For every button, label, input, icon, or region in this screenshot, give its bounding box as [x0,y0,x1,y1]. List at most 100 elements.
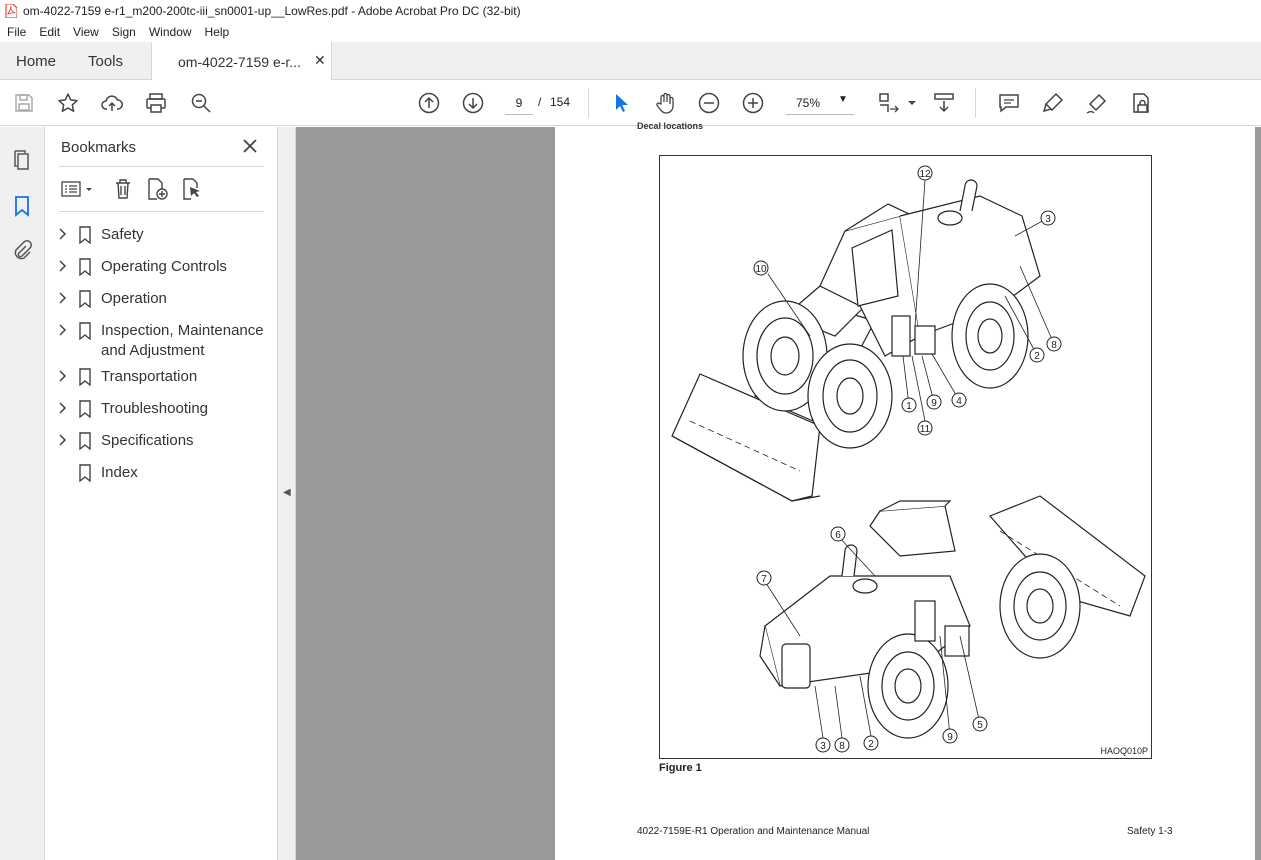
left-rail [0,127,45,860]
bookmark-options-icon[interactable] [60,177,96,201]
page-thumbnails-icon[interactable] [10,148,34,172]
page-total: 154 [550,95,571,109]
tab-bar: Home Tools om-4022-7159 e-r... ✕ [0,42,1261,80]
bookmark-ribbon-icon [78,322,92,341]
chevron-right-icon[interactable] [57,291,69,305]
page-footer-title: 4022-7159E-R1 Operation and Maintenance … [637,826,870,837]
callout-label: 10 [755,264,767,275]
bookmark-ribbon-icon [78,400,92,419]
bookmark-ribbon-icon [78,368,92,387]
bookmark-label: Operating Controls [101,258,227,275]
chevron-right-icon[interactable] [57,401,69,415]
bookmarks-panel: Bookmarks Safety Operating Controls Oper… [45,127,278,860]
menu-sign[interactable]: Sign [105,25,142,39]
zoom-select[interactable]: 75% ▼ [786,91,854,115]
bookmark-item-inspection[interactable]: Inspection, Maintenance and Adjustment [45,318,278,364]
bookmark-list: Safety Operating Controls Operation Insp… [45,222,278,492]
menu-edit[interactable]: Edit [32,25,66,39]
chevron-right-icon[interactable] [57,227,69,241]
callout-label: 12 [919,169,931,180]
pdf-page: Decal locations 12 3 10 8 2 4 9 1 11 6 7… [555,121,1255,860]
bookmark-item-operation[interactable]: Operation [45,286,278,318]
page-footer-number: Safety 1-3 [1127,826,1173,837]
bookmark-ribbon-icon [78,290,92,309]
menu-file[interactable]: File [0,25,32,39]
pdf-file-icon [5,4,17,18]
page-separator: / [538,95,542,109]
print-icon[interactable] [144,91,168,115]
zoom-value: 75% [796,96,821,110]
callout-label: 5 [977,720,983,731]
toolbar: / 154 75% ▼ [0,80,1261,126]
callout-label: 8 [1051,340,1057,351]
close-icon[interactable] [240,136,260,156]
delete-bookmark-icon[interactable] [111,177,135,201]
zoom-in-icon[interactable] [741,91,765,115]
wheel-loader-illustration: 12 3 10 8 2 4 9 1 11 6 7 5 9 3 8 2 [671,165,1146,753]
sign-icon[interactable] [1085,91,1109,115]
bookmark-item-index[interactable]: Index [45,460,278,492]
callout-label: 3 [1045,214,1051,225]
bookmark-label: Safety [101,226,144,243]
fit-page-icon[interactable] [876,91,900,115]
bookmark-label: Transportation [101,368,198,385]
zoom-search-icon[interactable] [189,91,213,115]
arrow-up-circle-icon[interactable] [417,91,441,115]
bookmark-icon[interactable] [10,194,34,218]
window-title: om-4022-7159 e-r1_m200-200tc-iii_sn0001-… [23,4,521,18]
fit-dropdown-chevron-icon[interactable] [900,91,916,115]
bookmark-item-specifications[interactable]: Specifications [45,428,278,460]
tab-home[interactable]: Home [16,53,56,70]
new-bookmark-icon[interactable] [145,177,169,201]
save-icon[interactable] [12,91,36,115]
tab-tools[interactable]: Tools [88,53,123,70]
scroll-mode-icon[interactable] [932,91,956,115]
tab-document-label: om-4022-7159 e-r... [178,54,301,70]
callout-label: 7 [761,574,767,585]
menu-view[interactable]: View [66,25,105,39]
document-canvas[interactable]: Decal locations 12 3 10 8 2 4 9 1 11 6 7… [296,121,1261,860]
hand-icon[interactable] [653,91,677,115]
highlight-icon[interactable] [1041,91,1065,115]
menu-help[interactable]: Help [198,25,236,39]
panel-splitter[interactable]: ◀ [278,127,296,860]
callout-label: 6 [835,530,841,541]
cloud-upload-icon[interactable] [100,91,124,115]
chevron-right-icon[interactable] [57,369,69,383]
callout-label: 3 [820,741,826,752]
collapse-panel-icon[interactable]: ◀ [283,487,291,498]
callout-label: 11 [920,424,931,435]
page-number-input[interactable] [505,91,533,115]
chevron-right-icon[interactable] [57,259,69,273]
chevron-right-icon[interactable] [57,323,69,337]
pointer-icon[interactable] [609,91,633,115]
bookmark-item-operating-controls[interactable]: Operating Controls [45,254,278,286]
figure-frame: 12 3 10 8 2 4 9 1 11 6 7 5 9 3 8 2 HAOQ0… [659,155,1152,759]
panel-divider [59,211,264,212]
comment-icon[interactable] [997,91,1021,115]
arrow-down-circle-icon[interactable] [461,91,485,115]
zoom-out-icon[interactable] [697,91,721,115]
chevron-right-icon[interactable] [57,433,69,447]
menu-bar: File Edit View Sign Window Help [0,22,1261,42]
toolbar-divider [588,88,589,118]
bookmark-search-icon[interactable] [180,177,204,201]
bookmark-label: Specifications [101,432,194,449]
bookmark-item-transportation[interactable]: Transportation [45,364,278,396]
bookmark-item-safety[interactable]: Safety [45,222,278,254]
bookmark-ribbon-icon [78,258,92,277]
tab-document[interactable]: om-4022-7159 e-r... ✕ [151,42,332,80]
bookmark-ribbon-icon [78,432,92,451]
callout-label: 1 [906,401,912,412]
attachment-icon[interactable] [10,239,34,263]
protect-icon[interactable] [1129,91,1153,115]
title-bar: om-4022-7159 e-r1_m200-200tc-iii_sn0001-… [0,0,1261,22]
menu-window[interactable]: Window [142,25,198,39]
bookmark-item-troubleshooting[interactable]: Troubleshooting [45,396,278,428]
star-icon[interactable] [56,91,80,115]
bookmark-ribbon-icon [78,464,92,483]
callout-label: 8 [839,741,845,752]
close-tab-icon[interactable]: ✕ [314,52,326,69]
toolbar-divider [975,88,976,118]
section-heading: Decal locations [637,121,704,131]
